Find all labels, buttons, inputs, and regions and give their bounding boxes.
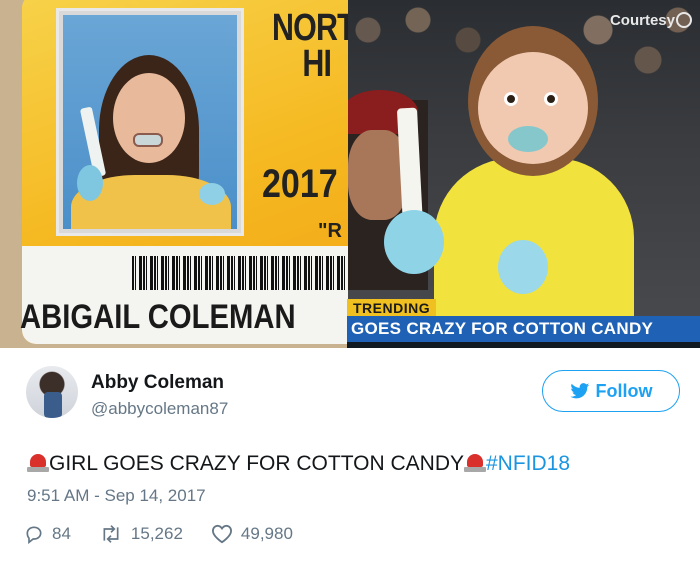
id-card: NORTH HI 2017 "R: [22, 0, 348, 344]
id-card-student-name: ABIGAIL COLEMAN: [20, 298, 296, 336]
like-count: 49,980: [240, 524, 293, 543]
follow-button[interactable]: Follow: [542, 370, 680, 412]
tweet-text: GIRL GOES CRAZY FOR COTTON CANDY #NFID18: [27, 452, 570, 476]
twitter-bird-icon: [569, 383, 589, 399]
user-handle[interactable]: @abbycoleman87: [91, 399, 228, 419]
retweet-icon: [103, 525, 119, 543]
broadcaster-logo-icon: [676, 12, 692, 28]
reply-action[interactable]: 84: [24, 524, 71, 544]
id-card-photo: NORTH HI 2017 "R ABIGAIL COLEMAN: [0, 0, 348, 348]
news-still-photo: Courtesy: [348, 0, 700, 348]
display-name[interactable]: Abby Coleman: [91, 372, 224, 394]
id-card-year: 2017: [262, 162, 338, 206]
retweet-action[interactable]: 15,262: [99, 524, 183, 544]
tweet-actions: 84 15,262 49,980: [24, 524, 321, 544]
hashtag-link[interactable]: #NFID18: [486, 452, 570, 475]
ticker-headline: GOES CRAZY FOR COTTON CANDY: [347, 316, 700, 342]
courtesy-credit: Courtesy: [610, 12, 692, 29]
id-card-school-name: NORTH HI: [272, 7, 348, 85]
tweet-media[interactable]: NORTH HI 2017 "R ABIGAIL COLEMAN Courtes…: [0, 0, 700, 348]
heart-icon: [211, 524, 232, 544]
like-action[interactable]: 49,980: [211, 524, 293, 544]
tweet-card: Abby Coleman @abbycoleman87 Follow GIRL …: [0, 348, 700, 568]
id-card-quote: "R: [318, 220, 342, 242]
retweet-count: 15,262: [130, 524, 183, 543]
police-siren-icon: [27, 454, 49, 472]
id-card-portrait: [56, 8, 244, 236]
reply-count: 84: [52, 524, 71, 543]
tweet-timestamp[interactable]: 9:51 AM - Sep 14, 2017: [27, 486, 206, 506]
avatar[interactable]: [26, 366, 78, 418]
police-siren-icon: [464, 454, 486, 472]
ticker-trending-label: TRENDING: [347, 299, 437, 317]
reply-icon: [26, 526, 42, 544]
barcode: [132, 256, 348, 290]
